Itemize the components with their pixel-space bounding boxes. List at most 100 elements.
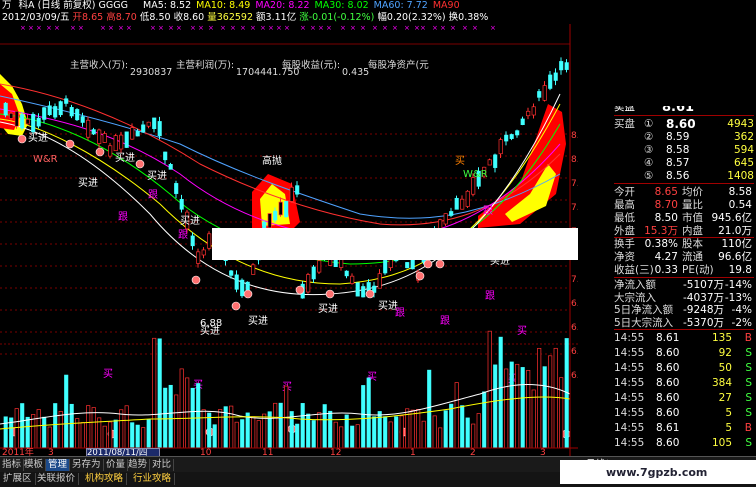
flow-value: -5107万 — [682, 279, 724, 291]
wr-annotation: W&R — [463, 169, 488, 180]
quote-label: 量比 — [682, 199, 703, 211]
x-marker: × — [414, 24, 420, 32]
price-tick: 8.20 — [571, 131, 578, 141]
bid-price: 8.57 — [666, 157, 690, 169]
bid-row[interactable]: ⑤ 8.56 1408 — [614, 170, 754, 183]
extension-tabbar: 扩展区 关联报价 机构攻略 行业攻略 www.7gpzb.com — [0, 460, 756, 487]
buy-annotation: 买进 — [28, 132, 48, 144]
tick-price: 8.61 — [656, 422, 680, 434]
signal-ball — [95, 147, 105, 157]
candle-body — [311, 266, 316, 280]
quote-value: 0.38% — [644, 238, 678, 250]
candle-body — [251, 264, 256, 275]
tick-row: 14:55 8.60 50 S — [614, 362, 754, 375]
indicator-tab[interactable]: 另存为 — [70, 459, 104, 471]
bid-price: 8.58 — [666, 144, 690, 156]
candle-body — [405, 262, 410, 269]
signal-ball — [191, 275, 201, 285]
price-tick: 7.00 — [571, 275, 578, 285]
quote-panel: 卖盘 8.61 买盘 ① 8.60 4943 ② 8.59 362 ③ 8.58… — [578, 106, 756, 456]
volume-bar — [185, 377, 190, 449]
navps-label: 每股净资产(元 — [368, 60, 429, 71]
indicator-tab[interactable]: 对比 — [150, 459, 175, 471]
volume-bar — [350, 425, 355, 449]
volume-bar — [449, 403, 454, 449]
volume-bar — [465, 417, 470, 449]
signal-ball — [17, 134, 27, 144]
candle-body — [196, 251, 201, 264]
candle-body — [350, 275, 355, 284]
bid-row[interactable]: ③ 8.58 594 — [614, 144, 754, 157]
info-turnover: 换0.38% — [448, 12, 489, 23]
candle-body — [42, 107, 47, 120]
bid-row[interactable]: ② 8.59 362 — [614, 131, 754, 144]
volume-bar — [201, 409, 206, 449]
indicator-tab[interactable]: 管理 — [46, 459, 71, 471]
divider — [614, 183, 754, 184]
candle-body — [553, 72, 558, 81]
candle-body — [124, 131, 129, 148]
stock-name[interactable]: 科A — [19, 0, 35, 11]
candle-body — [119, 134, 124, 150]
indicator-tab[interactable]: 模板 — [22, 459, 47, 471]
tick-time: 14:55 — [614, 332, 645, 344]
candle-body — [207, 233, 212, 249]
quote-value: 8.65 — [654, 186, 678, 198]
profit-label: 主营利润(万): — [176, 60, 235, 71]
flow-label: 大宗流入 — [614, 291, 656, 304]
indicator-tab[interactable]: 价量 — [104, 459, 129, 471]
candle-body — [564, 62, 569, 70]
ma-row: 万 科A (日线 前复权) GGGG MA5: 8.52 MA10: 8.49 MA… — [2, 0, 465, 12]
flow-value: -4037万 — [682, 291, 724, 304]
tick-side: S — [745, 437, 752, 449]
volume-bar — [135, 424, 140, 449]
extension-tab[interactable]: 扩展区 — [0, 473, 36, 485]
quote-label: 最低 — [614, 212, 635, 224]
watermark: www.7gpzb.com — [606, 466, 708, 479]
high-hold-annotation: 高抛 — [262, 154, 282, 167]
info-amount: 额3.11亿 — [256, 12, 297, 23]
flow-pct: -14% — [724, 279, 752, 291]
extension-tab[interactable]: 机构攻略 — [82, 473, 128, 485]
volume-bar — [163, 387, 168, 449]
volume-bar — [157, 338, 162, 449]
x-marker: × — [158, 24, 164, 32]
extension-tab[interactable]: 关联报价 — [34, 473, 80, 485]
price-tick: 7.80 — [571, 179, 578, 189]
tick-row: 14:55 8.60 384 S — [614, 377, 754, 390]
volume-bar — [240, 419, 245, 449]
signal-ball — [435, 259, 445, 269]
tick-time: 14:55 — [614, 347, 645, 359]
x-marker: × — [276, 24, 282, 32]
month-label: 1 — [410, 448, 416, 456]
candle-body — [493, 154, 498, 168]
indicator-tab[interactable]: 趋势 — [126, 459, 151, 471]
tick-volume: 384 — [711, 377, 732, 389]
fund-flow-row: 净流入额 -5107万 -14% — [614, 279, 754, 292]
bid-row[interactable]: ④ 8.57 645 — [614, 157, 754, 170]
candle-body — [537, 91, 542, 98]
volume-bar — [53, 403, 58, 449]
price-tick: 6.40 — [571, 347, 578, 357]
bid-price: 8.59 — [666, 131, 690, 143]
flow-label: 5日大宗流入 — [614, 316, 674, 329]
extension-tab[interactable]: 行业攻略 — [130, 473, 176, 485]
volume-bar — [542, 366, 547, 449]
x-marker: × — [472, 24, 478, 32]
candle-body — [460, 198, 465, 210]
ask-top-row[interactable]: 卖盘 8.61 — [614, 106, 754, 114]
x-marker: × — [360, 24, 366, 32]
candle-body — [31, 113, 36, 133]
x-marker: × — [118, 24, 124, 32]
bid-row[interactable]: 买盘 ① 8.60 4943 — [614, 118, 754, 131]
divider — [614, 115, 754, 116]
volume-bar — [498, 336, 503, 449]
period-label[interactable]: (日线 前复权) — [38, 0, 96, 11]
volume-bar — [427, 369, 432, 449]
volume-bar — [273, 402, 278, 449]
indicator-tab[interactable]: 指标 — [0, 459, 25, 471]
volume-bar — [124, 405, 129, 449]
candle-body — [317, 260, 322, 273]
bid-level: ⑤ — [644, 170, 654, 182]
volume-bar — [416, 409, 421, 449]
